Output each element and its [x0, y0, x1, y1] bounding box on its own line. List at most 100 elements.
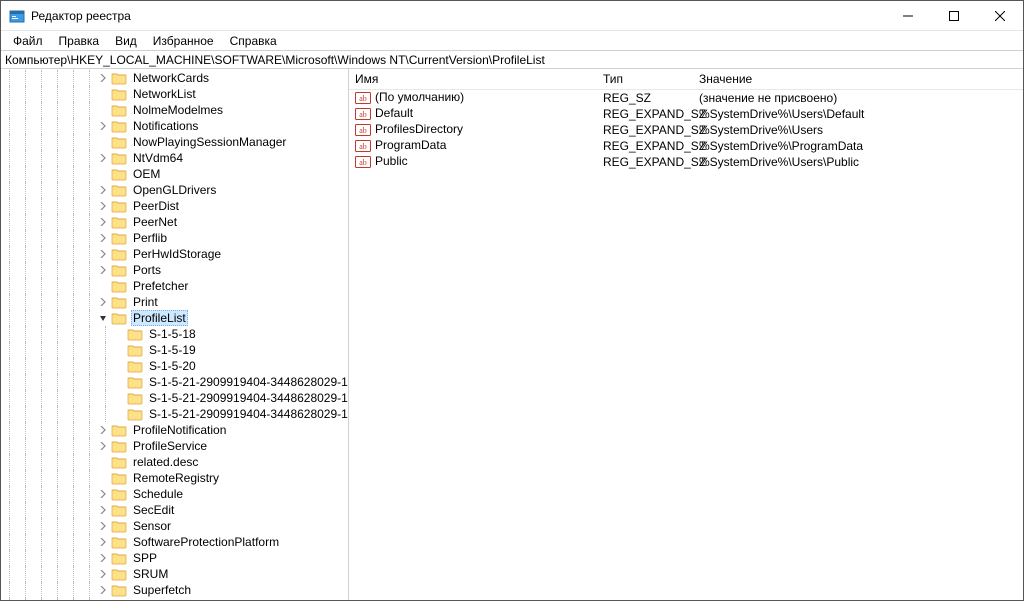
tree-node[interactable]: OpenGLDrivers [1, 182, 348, 198]
folder-icon [111, 247, 127, 261]
tree-node[interactable]: SoftwareProtectionPlatform [1, 534, 348, 550]
menu-item[interactable]: Файл [5, 32, 51, 50]
chevron-right-icon[interactable] [97, 584, 109, 596]
folder-icon [111, 215, 127, 229]
tree-node[interactable]: Perflib [1, 230, 348, 246]
tree-node[interactable]: ProfileList [1, 310, 348, 326]
folder-icon [111, 503, 127, 517]
tree-node[interactable]: Prefetcher [1, 278, 348, 294]
tree-node[interactable]: SecEdit [1, 502, 348, 518]
tree-node[interactable]: S-1-5-19 [1, 342, 348, 358]
chevron-right-icon[interactable] [97, 184, 109, 196]
chevron-right-icon[interactable] [97, 152, 109, 164]
tree-node[interactable]: OEM [1, 166, 348, 182]
tree-node[interactable]: related.desc [1, 454, 348, 470]
chevron-right-icon[interactable] [97, 200, 109, 212]
tree-node[interactable]: PeerNet [1, 214, 348, 230]
chevron-right-icon[interactable] [97, 568, 109, 580]
chevron-right-icon[interactable] [97, 120, 109, 132]
minimize-button[interactable] [885, 1, 931, 30]
tree-node-label: ProfileList [131, 310, 188, 326]
value-data: %SystemDrive%\Users [693, 122, 1023, 138]
chevron-right-icon[interactable] [97, 248, 109, 260]
tree-node[interactable]: ProfileNotification [1, 422, 348, 438]
string-value-icon: ab [355, 123, 371, 137]
chevron-down-icon[interactable] [97, 312, 109, 324]
chevron-right-icon[interactable] [97, 232, 109, 244]
folder-icon [111, 455, 127, 469]
value-row[interactable]: abProgramDataREG_EXPAND_SZ%SystemDrive%\… [349, 138, 1023, 154]
addressbar[interactable]: Компьютер\HKEY_LOCAL_MACHINE\SOFTWARE\Mi… [1, 51, 1023, 69]
menu-item[interactable]: Правка [51, 32, 108, 50]
tree-node[interactable]: Ports [1, 262, 348, 278]
tree-scroll[interactable]: NetworkCardsNetworkListNolmeModelmesNoti… [1, 69, 348, 600]
tree-node[interactable]: Schedule [1, 486, 348, 502]
maximize-button[interactable] [931, 1, 977, 30]
chevron-right-icon[interactable] [97, 216, 109, 228]
chevron-right-icon[interactable] [97, 504, 109, 516]
value-row[interactable]: abDefaultREG_EXPAND_SZ%SystemDrive%\User… [349, 106, 1023, 122]
tree-node[interactable]: ProfileService [1, 438, 348, 454]
tree-node[interactable]: Superfetch [1, 582, 348, 598]
svg-text:ab: ab [359, 142, 367, 151]
col-name[interactable]: Имя [349, 69, 597, 90]
col-type[interactable]: Тип [597, 69, 693, 90]
chevron-right-icon[interactable] [97, 296, 109, 308]
tree-node[interactable]: NtVdm64 [1, 150, 348, 166]
menu-item[interactable]: Вид [107, 32, 145, 50]
tree-node[interactable]: PerHwIdStorage [1, 246, 348, 262]
tree-node[interactable]: PeerDist [1, 198, 348, 214]
titlebar: Редактор реестра [1, 1, 1023, 31]
chevron-right-icon[interactable] [97, 424, 109, 436]
menu-item[interactable]: Избранное [145, 32, 222, 50]
value-name: (По умолчанию) [375, 90, 464, 104]
tree-node[interactable]: S-1-5-21-2909919404-3448628029-189704808… [1, 374, 348, 390]
tree-node-label: OEM [131, 167, 162, 181]
chevron-right-icon[interactable] [97, 520, 109, 532]
tree-node[interactable]: SRUM [1, 566, 348, 582]
tree-node-label: OpenGLDrivers [131, 183, 218, 197]
value-row[interactable]: abPublicREG_EXPAND_SZ%SystemDrive%\Users… [349, 154, 1023, 170]
tree-node[interactable]: NetworkCards [1, 70, 348, 86]
value-row[interactable]: ab(По умолчанию)REG_SZ(значение не присв… [349, 90, 1023, 106]
folder-icon [111, 535, 127, 549]
string-value-icon: ab [355, 155, 371, 169]
folder-icon [127, 343, 143, 357]
tree-node[interactable]: S-1-5-18 [1, 326, 348, 342]
tree-node[interactable]: SPP [1, 550, 348, 566]
menu-item[interactable]: Справка [222, 32, 285, 50]
tree-node[interactable]: Notifications [1, 118, 348, 134]
chevron-right-icon[interactable] [97, 552, 109, 564]
chevron-right-icon[interactable] [97, 440, 109, 452]
value-row[interactable]: abProfilesDirectoryREG_EXPAND_SZ%SystemD… [349, 122, 1023, 138]
caret-spacer [97, 104, 109, 116]
tree-node-label: S-1-5-21-2909919404-3448628029-189704808… [147, 375, 348, 389]
tree-node[interactable]: NetworkList [1, 86, 348, 102]
chevron-right-icon[interactable] [97, 488, 109, 500]
tree-node[interactable]: S-1-5-21-2909919404-3448628029-189704808… [1, 406, 348, 422]
tree-node[interactable]: RemoteRegistry [1, 470, 348, 486]
folder-icon [127, 407, 143, 421]
tree-node-label: Print [131, 295, 160, 309]
tree-node[interactable]: NowPlayingSessionManager [1, 134, 348, 150]
tree-node[interactable]: Print [1, 294, 348, 310]
chevron-right-icon[interactable] [97, 264, 109, 276]
values-pane[interactable]: Имя Тип Значение ab(По умолчанию)REG_SZ(… [349, 69, 1023, 600]
close-button[interactable] [977, 1, 1023, 30]
tree-node[interactable]: SvcHost [1, 598, 348, 600]
col-value[interactable]: Значение [693, 69, 1023, 90]
svg-text:ab: ab [359, 94, 367, 103]
chevron-right-icon[interactable] [97, 536, 109, 548]
folder-icon [111, 151, 127, 165]
tree-node-label: Superfetch [131, 583, 193, 597]
tree-node[interactable]: S-1-5-20 [1, 358, 348, 374]
tree-node[interactable]: NolmeModelmes [1, 102, 348, 118]
tree-node[interactable]: S-1-5-21-2909919404-3448628029-189704808… [1, 390, 348, 406]
caret-spacer [113, 408, 125, 420]
value-data: (значение не присвоено) [693, 90, 1023, 106]
tree-node[interactable]: Sensor [1, 518, 348, 534]
chevron-right-icon[interactable] [97, 72, 109, 84]
tree-node-label: ProfileService [131, 439, 209, 453]
body: NetworkCardsNetworkListNolmeModelmesNoti… [1, 69, 1023, 600]
tree-node-label: RemoteRegistry [131, 471, 221, 485]
